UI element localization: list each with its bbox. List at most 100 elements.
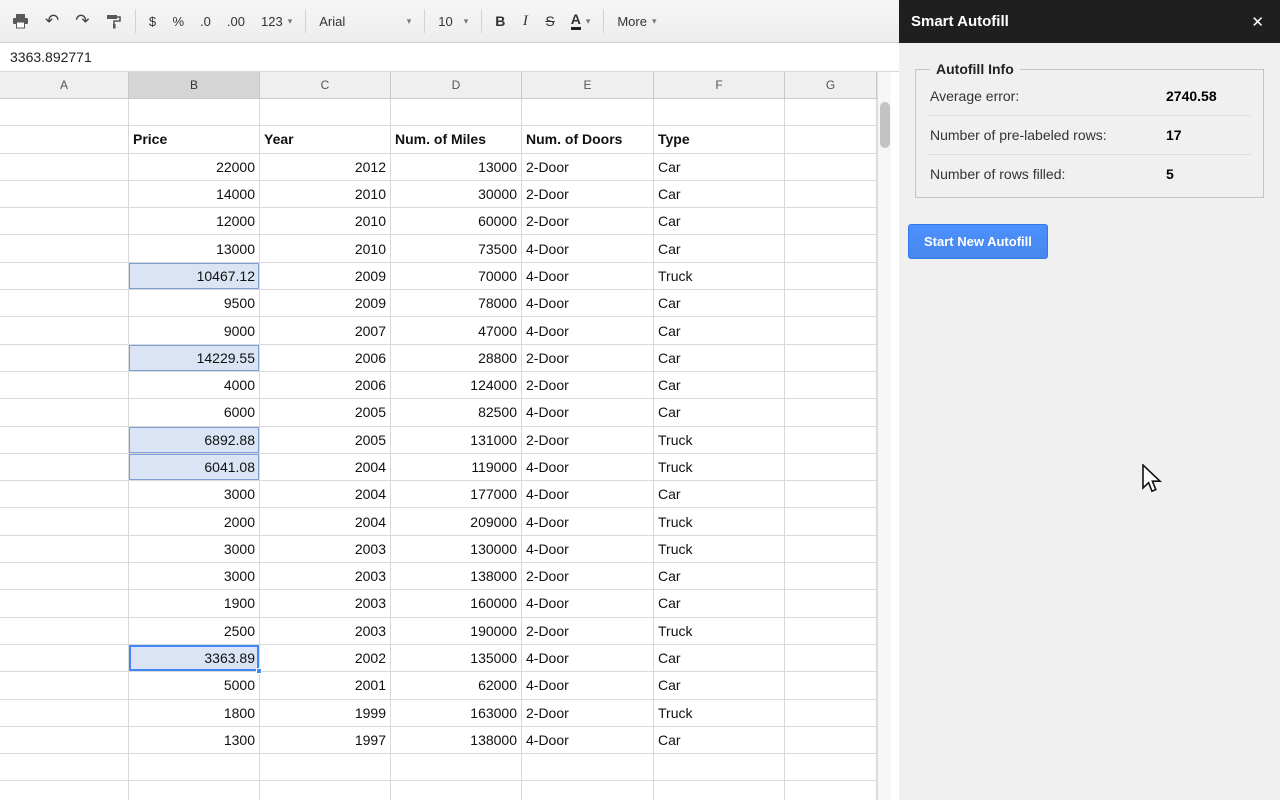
cell[interactable] bbox=[129, 754, 260, 781]
header-cell-miles[interactable]: Num. of Miles bbox=[391, 126, 522, 153]
cell-miles[interactable]: 28800 bbox=[391, 345, 522, 372]
cell-price[interactable]: 9500 bbox=[129, 290, 260, 317]
cell-year[interactable]: 2004 bbox=[260, 454, 391, 481]
column-header-a[interactable]: A bbox=[0, 72, 129, 99]
cell[interactable] bbox=[785, 235, 877, 262]
undo-button[interactable]: ↶ bbox=[37, 6, 67, 36]
cell-price[interactable]: 3363.89 bbox=[129, 645, 260, 672]
cell[interactable] bbox=[260, 781, 391, 800]
cell-doors[interactable]: 2-Door bbox=[522, 372, 654, 399]
cell-doors[interactable]: 2-Door bbox=[522, 345, 654, 372]
cell[interactable] bbox=[0, 154, 129, 181]
header-cell-price[interactable]: Price bbox=[129, 126, 260, 153]
cell-year[interactable]: 2010 bbox=[260, 208, 391, 235]
cell-price[interactable]: 3000 bbox=[129, 481, 260, 508]
cell-year[interactable]: 2005 bbox=[260, 399, 391, 426]
cell-price[interactable]: 6892.88 bbox=[129, 427, 260, 454]
cell-doors[interactable]: 2-Door bbox=[522, 208, 654, 235]
cell-type[interactable]: Car bbox=[654, 563, 785, 590]
cell-miles[interactable]: 70000 bbox=[391, 263, 522, 290]
cell-doors[interactable]: 4-Door bbox=[522, 590, 654, 617]
cell[interactable] bbox=[0, 372, 129, 399]
cell[interactable] bbox=[260, 754, 391, 781]
cell[interactable] bbox=[0, 508, 129, 535]
cell-price[interactable]: 13000 bbox=[129, 235, 260, 262]
cell[interactable] bbox=[129, 99, 260, 126]
cell-doors[interactable]: 2-Door bbox=[522, 618, 654, 645]
cell[interactable] bbox=[260, 99, 391, 126]
cell-price[interactable]: 9000 bbox=[129, 317, 260, 344]
cell-price[interactable]: 14229.55 bbox=[129, 345, 260, 372]
cell[interactable] bbox=[654, 781, 785, 800]
cell-doors[interactable]: 4-Door bbox=[522, 290, 654, 317]
cell-doors[interactable]: 4-Door bbox=[522, 508, 654, 535]
cell-type[interactable]: Car bbox=[654, 372, 785, 399]
strikethrough-button[interactable]: S bbox=[537, 6, 562, 36]
font-size-select[interactable]: 10 ▾ bbox=[430, 6, 476, 36]
cell-miles[interactable]: 163000 bbox=[391, 700, 522, 727]
cell[interactable] bbox=[785, 618, 877, 645]
column-header-f[interactable]: F bbox=[654, 72, 785, 99]
column-header-d[interactable]: D bbox=[391, 72, 522, 99]
cell-price[interactable]: 3000 bbox=[129, 536, 260, 563]
cell-year[interactable]: 2004 bbox=[260, 508, 391, 535]
cell-miles[interactable]: 190000 bbox=[391, 618, 522, 645]
cell[interactable] bbox=[0, 754, 129, 781]
cell-miles[interactable]: 47000 bbox=[391, 317, 522, 344]
column-header-e[interactable]: E bbox=[522, 72, 654, 99]
close-icon[interactable]: ✕ bbox=[1251, 13, 1264, 31]
cell-doors[interactable]: 2-Door bbox=[522, 563, 654, 590]
cell[interactable] bbox=[785, 754, 877, 781]
paint-format-button[interactable] bbox=[98, 6, 130, 36]
cell[interactable] bbox=[0, 263, 129, 290]
print-button[interactable] bbox=[4, 6, 37, 36]
cell-year[interactable]: 2007 bbox=[260, 317, 391, 344]
cell[interactable] bbox=[785, 345, 877, 372]
column-header-g[interactable]: G bbox=[785, 72, 877, 99]
cell-doors[interactable]: 4-Door bbox=[522, 454, 654, 481]
cell[interactable] bbox=[785, 727, 877, 754]
cell-miles[interactable]: 138000 bbox=[391, 727, 522, 754]
cell-miles[interactable]: 209000 bbox=[391, 508, 522, 535]
cell[interactable] bbox=[785, 427, 877, 454]
cell[interactable] bbox=[0, 181, 129, 208]
cell-type[interactable]: Truck bbox=[654, 536, 785, 563]
cell-miles[interactable]: 160000 bbox=[391, 590, 522, 617]
cell[interactable] bbox=[0, 481, 129, 508]
cell[interactable] bbox=[785, 700, 877, 727]
cell-miles[interactable]: 131000 bbox=[391, 427, 522, 454]
bold-button[interactable]: B bbox=[487, 6, 513, 36]
cell[interactable] bbox=[785, 672, 877, 699]
cell-price[interactable]: 5000 bbox=[129, 672, 260, 699]
cell-type[interactable]: Car bbox=[654, 399, 785, 426]
cell-type[interactable]: Truck bbox=[654, 508, 785, 535]
cell-type[interactable]: Car bbox=[654, 317, 785, 344]
cell-miles[interactable]: 177000 bbox=[391, 481, 522, 508]
cell-price[interactable]: 2500 bbox=[129, 618, 260, 645]
cell-miles[interactable]: 30000 bbox=[391, 181, 522, 208]
cell-type[interactable]: Car bbox=[654, 645, 785, 672]
cell[interactable] bbox=[0, 208, 129, 235]
cell-miles[interactable]: 124000 bbox=[391, 372, 522, 399]
cell[interactable] bbox=[785, 181, 877, 208]
cell[interactable] bbox=[785, 317, 877, 344]
cell-year[interactable]: 2002 bbox=[260, 645, 391, 672]
cell-price[interactable]: 4000 bbox=[129, 372, 260, 399]
cell-type[interactable]: Car bbox=[654, 345, 785, 372]
fill-handle[interactable] bbox=[256, 668, 262, 674]
cell-price[interactable]: 10467.12 bbox=[129, 263, 260, 290]
cell-type[interactable]: Truck bbox=[654, 427, 785, 454]
number-format-button[interactable]: 123 ▾ bbox=[253, 6, 300, 36]
cell-type[interactable]: Car bbox=[654, 672, 785, 699]
cell-year[interactable]: 2003 bbox=[260, 590, 391, 617]
cell-price[interactable]: 14000 bbox=[129, 181, 260, 208]
cell-doors[interactable]: 4-Door bbox=[522, 645, 654, 672]
cell[interactable] bbox=[0, 727, 129, 754]
column-header-c[interactable]: C bbox=[260, 72, 391, 99]
cell-miles[interactable]: 78000 bbox=[391, 290, 522, 317]
text-color-button[interactable]: A ▾ bbox=[563, 6, 599, 36]
cell-type[interactable]: Truck bbox=[654, 700, 785, 727]
cell-doors[interactable]: 4-Door bbox=[522, 263, 654, 290]
cell-doors[interactable]: 4-Door bbox=[522, 672, 654, 699]
cell-year[interactable]: 2010 bbox=[260, 235, 391, 262]
